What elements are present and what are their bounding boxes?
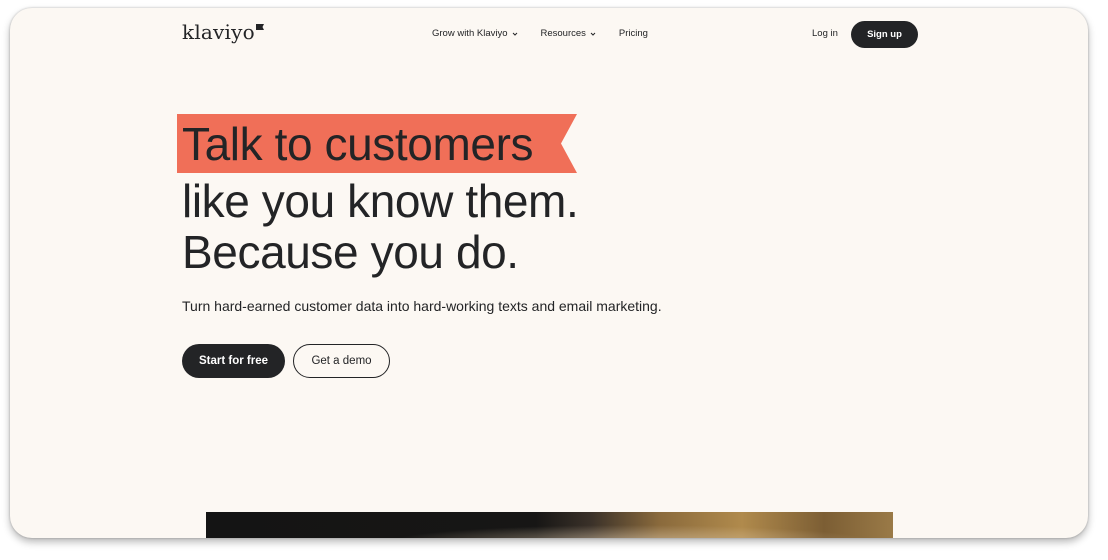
logo-text: klaviyo [182, 20, 255, 44]
hero-image-highlight [206, 512, 893, 538]
get-a-demo-button[interactable]: Get a demo [293, 344, 390, 378]
klaviyo-logo[interactable]: klaviyo [182, 20, 264, 44]
signup-button[interactable]: Sign up [851, 21, 918, 48]
login-link[interactable]: Log in [812, 28, 838, 39]
klaviyo-flag-icon [255, 24, 264, 30]
nav-pricing[interactable]: Pricing [619, 28, 648, 39]
primary-nav: Grow with Klaviyo Resources Pricing [432, 28, 648, 39]
nav-label: Grow with Klaviyo [432, 28, 508, 39]
hero-image [206, 512, 893, 538]
browser-page: klaviyo Grow with Klaviyo Resources Pric… [10, 8, 1088, 538]
hero-headline-line-1: Talk to customers [182, 118, 534, 170]
hero-headline-line-2: like you know them. [182, 175, 579, 227]
nav-label: Resources [540, 28, 586, 39]
nav-grow-with-klaviyo[interactable]: Grow with Klaviyo [432, 28, 519, 39]
nav-label: Pricing [618, 28, 648, 39]
hero-headline-line-3: Because you do. [182, 226, 519, 278]
start-for-free-button[interactable]: Start for free [182, 344, 285, 378]
chevron-down-icon [512, 32, 517, 36]
chevron-down-icon [590, 32, 596, 36]
nav-resources[interactable]: Resources [541, 28, 597, 39]
hero-subheadline: Turn hard-earned customer data into hard… [182, 298, 662, 314]
